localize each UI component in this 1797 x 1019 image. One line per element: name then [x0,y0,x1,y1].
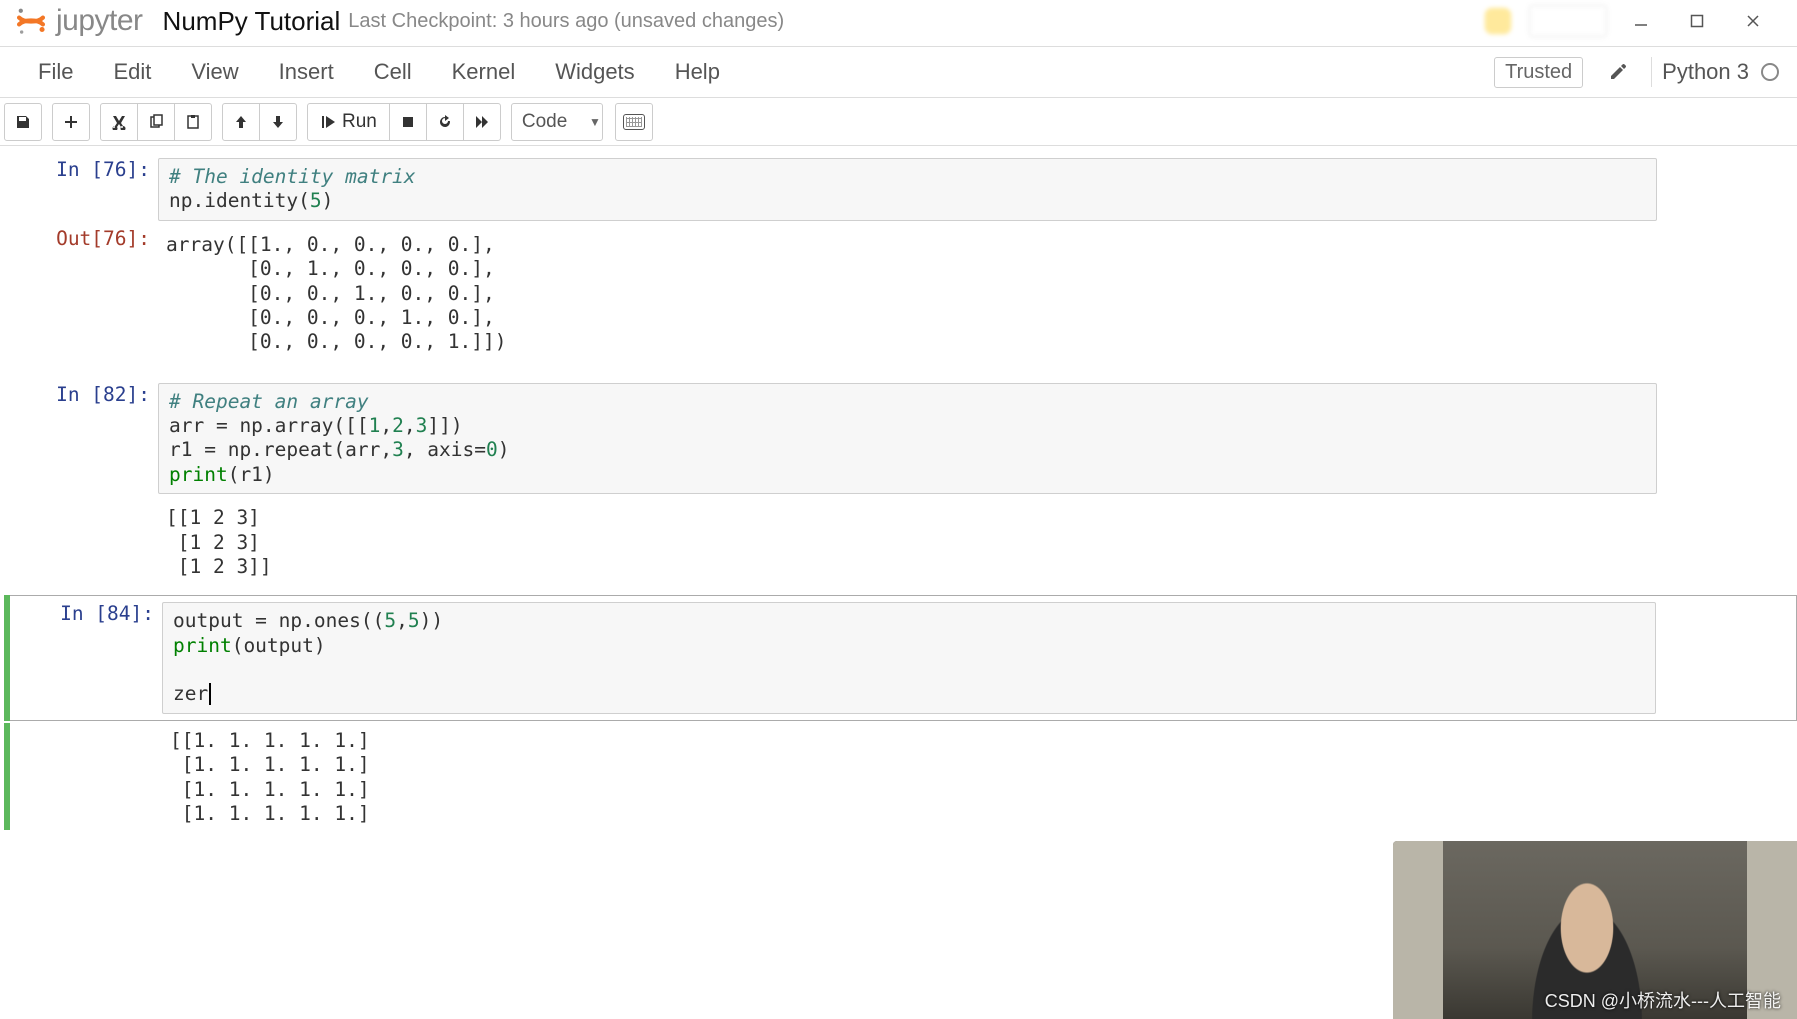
logo-wrap[interactable]: jupyter [14,4,143,38]
output-text: [[1. 1. 1. 1. 1.] [1. 1. 1. 1. 1.] [1. 1… [162,723,1657,831]
output-row: [[1. 1. 1. 1. 1.] [1. 1. 1. 1. 1.] [1. 1… [4,723,1797,831]
checkpoint-text: Last Checkpoint: 3 hours ago (unsaved ch… [348,10,784,33]
header-right [1479,2,1783,40]
pencil-icon[interactable] [1605,59,1631,85]
move-down-button[interactable] [259,103,297,141]
code-input[interactable]: # Repeat an array arr = np.array([[1,2,3… [158,383,1657,495]
code-input[interactable]: output = np.ones((5,5)) print(output) ze… [162,602,1656,714]
output-prompt [0,500,158,583]
add-cell-button[interactable] [52,103,90,141]
watermark-text: CSDN @小桥流水---人工智能 [1545,987,1781,1013]
celltype-select[interactable]: Code [511,103,603,141]
notebook-container: In [76]: # The identity matrix np.identi… [0,146,1797,830]
save-button[interactable] [4,103,42,141]
kernel-status-icon [1761,63,1779,81]
window-maximize-icon[interactable] [1675,7,1719,35]
prompt-out-label: Out[76]: [56,227,150,250]
toolbar: Run Code [0,98,1797,146]
menu-kernel[interactable]: Kernel [432,53,536,91]
trusted-badge[interactable]: Trusted [1494,57,1583,88]
python-logo-icon [1479,2,1517,40]
menu-insert[interactable]: Insert [259,53,354,91]
output-row: [[1 2 3] [1 2 3] [1 2 3]] [0,500,1797,583]
output-prompt: Out[76]: [0,227,158,359]
output-row: Out[76]: array([[1., 0., 0., 0., 0.], [0… [0,227,1797,359]
menubar-divider [1651,57,1652,87]
menu-view[interactable]: View [171,53,258,91]
copy-button[interactable] [137,103,175,141]
prompt-in-label: In [84]: [60,602,154,625]
input-prompt: In [76]: [0,158,158,221]
paste-button[interactable] [174,103,212,141]
window-close-icon[interactable] [1731,7,1775,35]
restart-run-all-button[interactable] [463,103,501,141]
interrupt-button[interactable] [389,103,427,141]
prompt-in-label: In [76]: [56,158,150,181]
output-text: array([[1., 0., 0., 0., 0.], [0., 1., 0.… [158,227,1657,359]
logout-button[interactable] [1529,5,1607,37]
output-text: [[1 2 3] [1 2 3] [1 2 3]] [158,500,1657,583]
output-prompt [10,723,162,831]
code-cell-selected[interactable]: In [84]: output = np.ones((5,5)) print(o… [4,595,1797,721]
notebook-title[interactable]: NumPy Tutorial [163,6,341,37]
text-cursor [209,683,211,705]
run-button[interactable]: Run [307,103,390,141]
app-header: jupyter NumPy Tutorial Last Checkpoint: … [0,0,1797,46]
cut-button[interactable] [100,103,138,141]
jupyter-logo-icon [14,4,48,38]
kernel-name[interactable]: Python 3 [1662,59,1749,85]
command-palette-button[interactable] [615,103,653,141]
restart-button[interactable] [426,103,464,141]
code-cell[interactable]: In [82]: # Repeat an array arr = np.arra… [0,383,1797,495]
celltype-select-wrap[interactable]: Code [511,103,611,141]
window-minimize-icon[interactable] [1619,7,1663,35]
menubar: File Edit View Insert Cell Kernel Widget… [0,46,1797,98]
keyboard-icon [623,114,645,130]
run-button-label: Run [342,111,377,133]
input-prompt: In [84]: [10,602,162,714]
menu-cell[interactable]: Cell [354,53,432,91]
input-prompt: In [82]: [0,383,158,495]
code-input[interactable]: # The identity matrix np.identity(5) [158,158,1657,221]
jupyter-logo-text: jupyter [56,4,143,38]
menu-file[interactable]: File [18,53,93,91]
menu-widgets[interactable]: Widgets [535,53,654,91]
code-cell[interactable]: In [76]: # The identity matrix np.identi… [0,158,1797,221]
menu-help[interactable]: Help [655,53,740,91]
menu-edit[interactable]: Edit [93,53,171,91]
move-up-button[interactable] [222,103,260,141]
prompt-in-label: In [82]: [56,383,150,406]
